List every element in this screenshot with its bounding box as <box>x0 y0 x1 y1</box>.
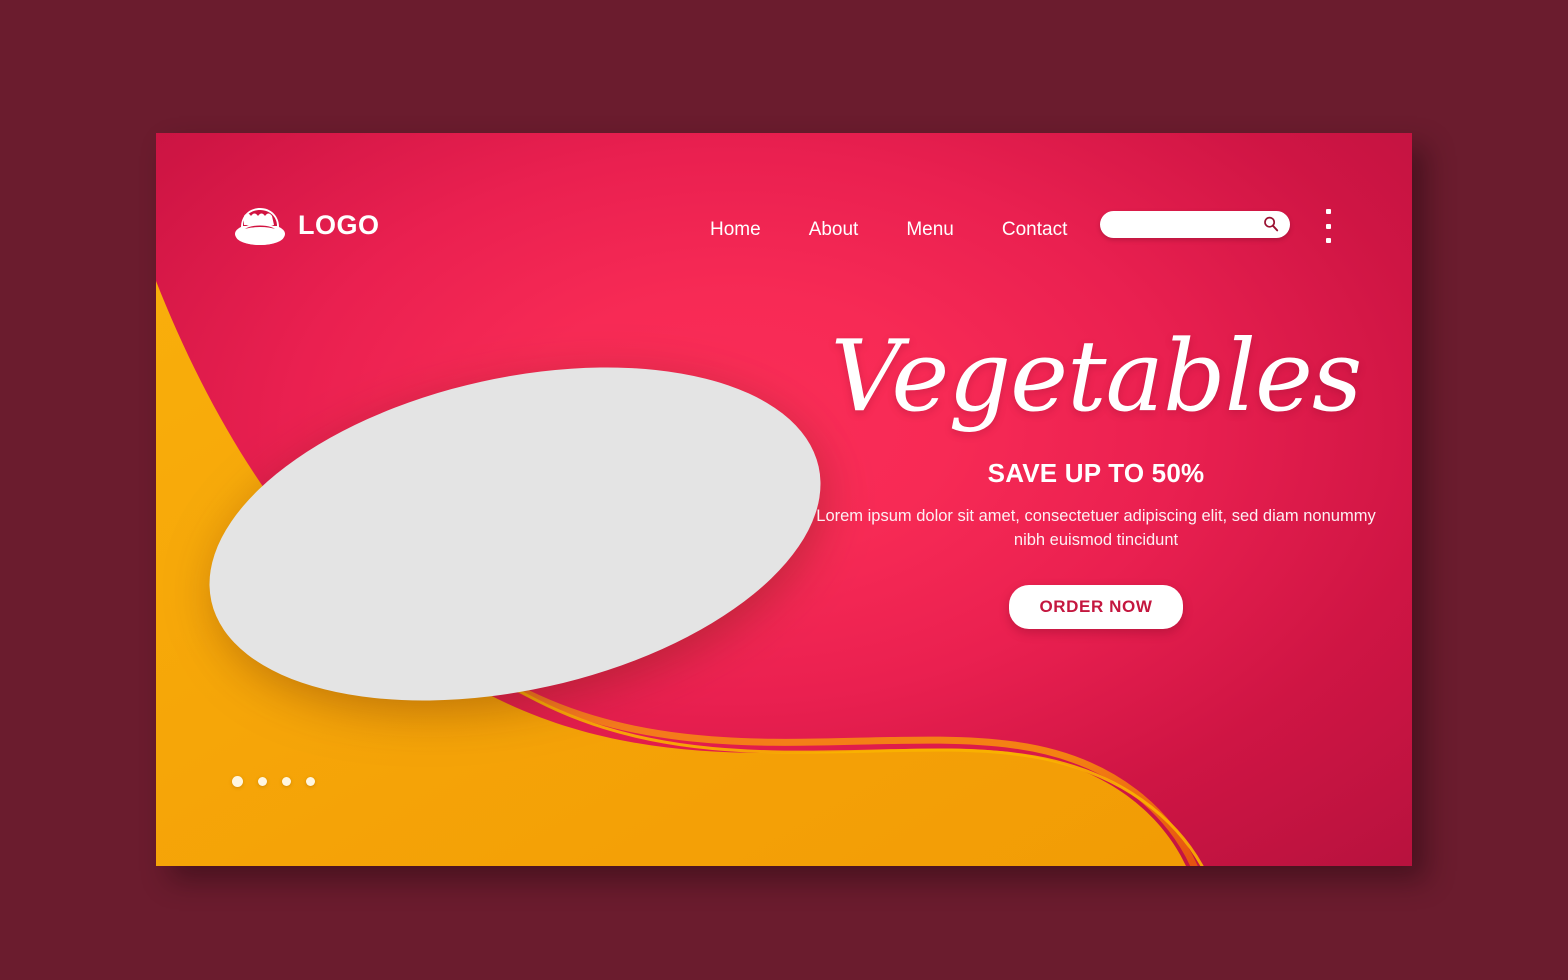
carousel-dot-2[interactable] <box>258 777 267 786</box>
brand-logo[interactable]: LOGO <box>234 203 380 247</box>
carousel-dot-3[interactable] <box>282 777 291 786</box>
page-title: Vegetables <box>830 320 1363 434</box>
salad-bowl-icon <box>235 208 285 245</box>
nav-item-menu[interactable]: Menu <box>882 215 978 245</box>
nav-item-contact[interactable]: Contact <box>978 215 1091 245</box>
hero-description: Lorem ipsum dolor sit amet, consectetuer… <box>816 507 1376 549</box>
site-header: LOGO Home About Menu Contact <box>156 133 1412 313</box>
kebab-dot-1 <box>1325 209 1331 214</box>
hero-subtitle: SAVE UP TO 50% <box>987 458 1205 488</box>
kebab-menu-icon[interactable] <box>1323 209 1333 243</box>
nav-item-about[interactable]: About <box>785 215 883 245</box>
carousel-dots <box>232 776 315 787</box>
kebab-dot-2 <box>1325 223 1331 229</box>
order-now-button[interactable]: ORDER NOW <box>1009 584 1183 629</box>
brand-label: LOGO <box>298 209 380 240</box>
main-navigation: Home About Menu Contact <box>686 215 1091 245</box>
page-root: LOGO Home About Menu Contact Vegetables … <box>0 0 1568 980</box>
cta-container: ORDER NOW <box>796 584 1396 629</box>
kebab-dot-3 <box>1325 238 1331 243</box>
carousel-dot-1[interactable] <box>232 776 243 787</box>
hero-card: LOGO Home About Menu Contact Vegetables … <box>156 133 1412 866</box>
nav-item-home[interactable]: Home <box>686 215 785 245</box>
search-container <box>1100 211 1290 238</box>
hero-content: Vegetables SAVE UP TO 50% Lorem ipsum do… <box>796 328 1396 629</box>
carousel-dot-4[interactable] <box>306 777 315 786</box>
search-input[interactable] <box>1100 211 1290 238</box>
